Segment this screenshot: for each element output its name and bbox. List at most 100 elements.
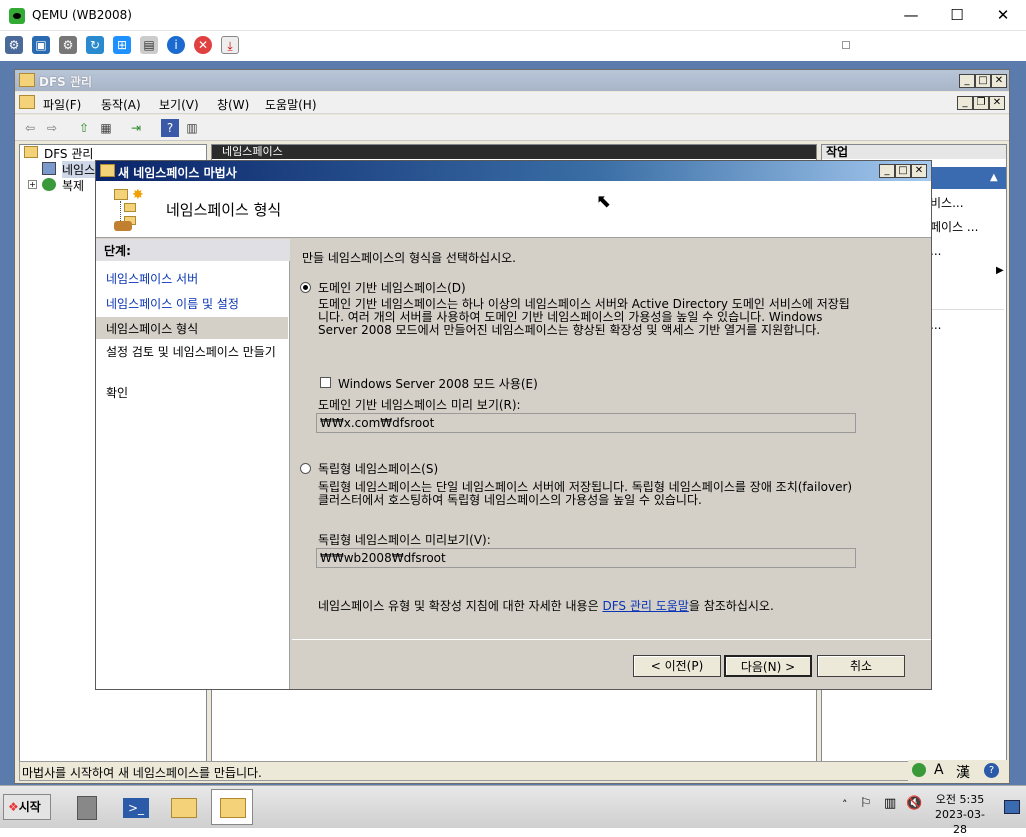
- wizard-maximize-button[interactable]: □: [895, 164, 911, 178]
- collapse-arrow-icon[interactable]: ▲: [990, 172, 998, 183]
- dfs-management-taskbar-icon[interactable]: [211, 789, 253, 825]
- back-arrow-icon[interactable]: ⇦: [21, 119, 39, 137]
- step-namespace-server[interactable]: 네임스페이스 서버: [106, 270, 198, 287]
- next-button[interactable]: 다음(N) >: [724, 655, 812, 677]
- mmc-titlebar: DFS 관리 _ □ ✕: [15, 70, 1009, 91]
- domain-radio[interactable]: [300, 282, 311, 293]
- tree-replication[interactable]: 복제: [62, 177, 84, 194]
- info-icon[interactable]: i: [167, 36, 185, 54]
- powershell-icon[interactable]: >_: [114, 789, 156, 825]
- divider: [292, 639, 931, 640]
- steps-header: 단계:: [96, 239, 290, 261]
- dfs-help-link[interactable]: DFS 관리 도움말: [602, 599, 688, 613]
- ime-mode-icon[interactable]: A: [934, 762, 944, 778]
- submenu-arrow-icon[interactable]: ▶: [996, 265, 1004, 276]
- child-restore-button[interactable]: ❐: [973, 96, 989, 110]
- server-manager-icon[interactable]: [66, 789, 108, 825]
- mmc-close-button[interactable]: ✕: [991, 74, 1007, 88]
- host-titlebar: QEMU (WB2008) — ☐ ✕: [0, 0, 1026, 31]
- forward-arrow-icon[interactable]: ⇨: [43, 119, 61, 137]
- mouse-cursor-icon: ⬉: [596, 191, 612, 212]
- prompt-text: 만들 네임스페이스의 형식을 선택하십시오.: [302, 251, 516, 265]
- cancel-button[interactable]: 취소: [817, 655, 905, 677]
- dfs-icon: [19, 73, 35, 87]
- wizard-close-button[interactable]: ✕: [911, 164, 927, 178]
- console-icon: [19, 95, 35, 109]
- replication-node-icon: [42, 178, 56, 191]
- eject-icon[interactable]: ⤓: [221, 36, 239, 54]
- step-confirm: 확인: [106, 386, 129, 400]
- child-minimize-button[interactable]: _: [957, 96, 973, 110]
- domain-preview-label: 도메인 기반 네임스페이스 미리 보기(R):: [318, 398, 521, 412]
- help-icon[interactable]: ?: [161, 119, 179, 137]
- tree-root[interactable]: DFS 관리: [44, 145, 93, 162]
- standalone-label[interactable]: 독립형 네임스페이스(S): [318, 460, 438, 477]
- menu-action[interactable]: 동작(A): [101, 96, 141, 113]
- document-icon[interactable]: ▤: [140, 36, 158, 54]
- menu-file[interactable]: 파일(F): [43, 96, 81, 113]
- new-namespace-wizard: 새 네임스페이스 마법사 _ □ ✕ ✸ 네임스페이스 형식 ⬉ 단계: 네임스…: [95, 160, 932, 690]
- fullscreen-icon[interactable]: ▣: [32, 36, 50, 54]
- step-namespace-type: 네임스페이스 형식: [96, 317, 288, 339]
- clock-date: 2023-03-28: [935, 808, 985, 836]
- flag-icon[interactable]: ⚐: [860, 796, 872, 811]
- domain-preview-field: ₩₩x.com₩dfsroot: [316, 413, 856, 433]
- settings-icon[interactable]: ⚙: [59, 36, 77, 54]
- host-maximize-button[interactable]: ☐: [934, 0, 980, 31]
- show-desktop-icon[interactable]: [1004, 800, 1020, 814]
- network-icon[interactable]: ▥: [884, 796, 896, 811]
- mode-checkbox[interactable]: [320, 377, 331, 388]
- mode-checkbox-label[interactable]: Windows Server 2008 모드 사용(E): [338, 375, 538, 392]
- action-item[interactable]: 비스...: [930, 194, 964, 211]
- step-review: 설정 검토 및 네임스페이스 만들기: [106, 345, 276, 359]
- mmc-maximize-button[interactable]: □: [975, 74, 991, 88]
- namespace-tree-icon: ✸: [114, 187, 148, 231]
- menu-help[interactable]: 도움말(H): [265, 96, 317, 113]
- wizard-titlebar: 새 네임스페이스 마법사 _ □ ✕: [96, 161, 931, 181]
- ime-bar: A 漢 ?: [908, 760, 1008, 782]
- show-tree-icon[interactable]: ▦: [97, 119, 115, 137]
- menu-window[interactable]: 창(W): [217, 96, 249, 113]
- domain-label[interactable]: 도메인 기반 네임스페이스(D): [318, 279, 466, 296]
- menu-view[interactable]: 보기(V): [159, 96, 199, 113]
- clock[interactable]: 오전 5:35 2023-03-28: [930, 792, 990, 837]
- status-text: 마법사를 시작하여 새 네임스페이스를 만듭니다.: [22, 766, 262, 780]
- export-icon[interactable]: ⇥: [127, 119, 145, 137]
- domain-description: 도메인 기반 네임스페이스는 하나 이상의 네임스페이스 서버와 Active …: [318, 297, 850, 337]
- center-pane-header: 네임스페이스: [212, 145, 816, 159]
- start-button[interactable]: ❖시작: [3, 794, 51, 820]
- start-label: 시작: [18, 800, 41, 814]
- qemu-logo-icon: [9, 8, 25, 24]
- refresh-icon[interactable]: ↻: [86, 36, 104, 54]
- stop-icon[interactable]: ✕: [194, 36, 212, 54]
- volume-muted-icon[interactable]: 🔇: [906, 796, 922, 811]
- host-title: QEMU (WB2008): [32, 8, 132, 22]
- standalone-preview-label: 독립형 네임스페이스 미리보기(V):: [318, 533, 491, 547]
- taskbar: ❖시작 >_ ˄ ⚐ ▥ 🔇 오전 5:35 2023-03-28: [0, 785, 1026, 836]
- wizard-minimize-button[interactable]: _: [879, 164, 895, 178]
- windows-icon[interactable]: ⊞: [113, 36, 131, 54]
- up-folder-icon[interactable]: ⇧: [75, 119, 93, 137]
- child-close-button[interactable]: ✕: [989, 96, 1005, 110]
- tree-namespaces[interactable]: 네임스: [62, 161, 96, 178]
- back-button[interactable]: < 이전(P): [633, 655, 721, 677]
- ime-globe-icon[interactable]: [912, 763, 926, 777]
- tree-root-icon: [24, 146, 38, 158]
- wizard-content: 만들 네임스페이스의 형식을 선택하십시오. 도메인 기반 네임스페이스(D) …: [292, 239, 931, 689]
- help-footer-text-end: 을 참조하십시오.: [688, 599, 774, 613]
- steps-panel: 단계: 네임스페이스 서버 네임스페이스 이름 및 설정 네임스페이스 형식 설…: [96, 239, 290, 689]
- windows-flag-icon: ❖: [8, 800, 19, 814]
- expand-icon[interactable]: +: [28, 180, 37, 189]
- host-minimize-button[interactable]: —: [888, 0, 934, 31]
- tray-expand-icon[interactable]: ˄: [842, 798, 848, 811]
- action-item[interactable]: 페이스 ...: [930, 218, 978, 235]
- action-pane-icon[interactable]: ▥: [183, 119, 201, 137]
- standalone-radio[interactable]: [300, 463, 311, 474]
- mmc-minimize-button[interactable]: _: [959, 74, 975, 88]
- step-namespace-name[interactable]: 네임스페이스 이름 및 설정: [106, 295, 239, 312]
- explorer-icon[interactable]: [162, 789, 204, 825]
- ime-hanja-icon[interactable]: 漢: [956, 762, 970, 782]
- machine-icon[interactable]: ⚙: [5, 36, 23, 54]
- ime-help-icon[interactable]: ?: [984, 763, 999, 778]
- host-close-button[interactable]: ✕: [980, 0, 1026, 31]
